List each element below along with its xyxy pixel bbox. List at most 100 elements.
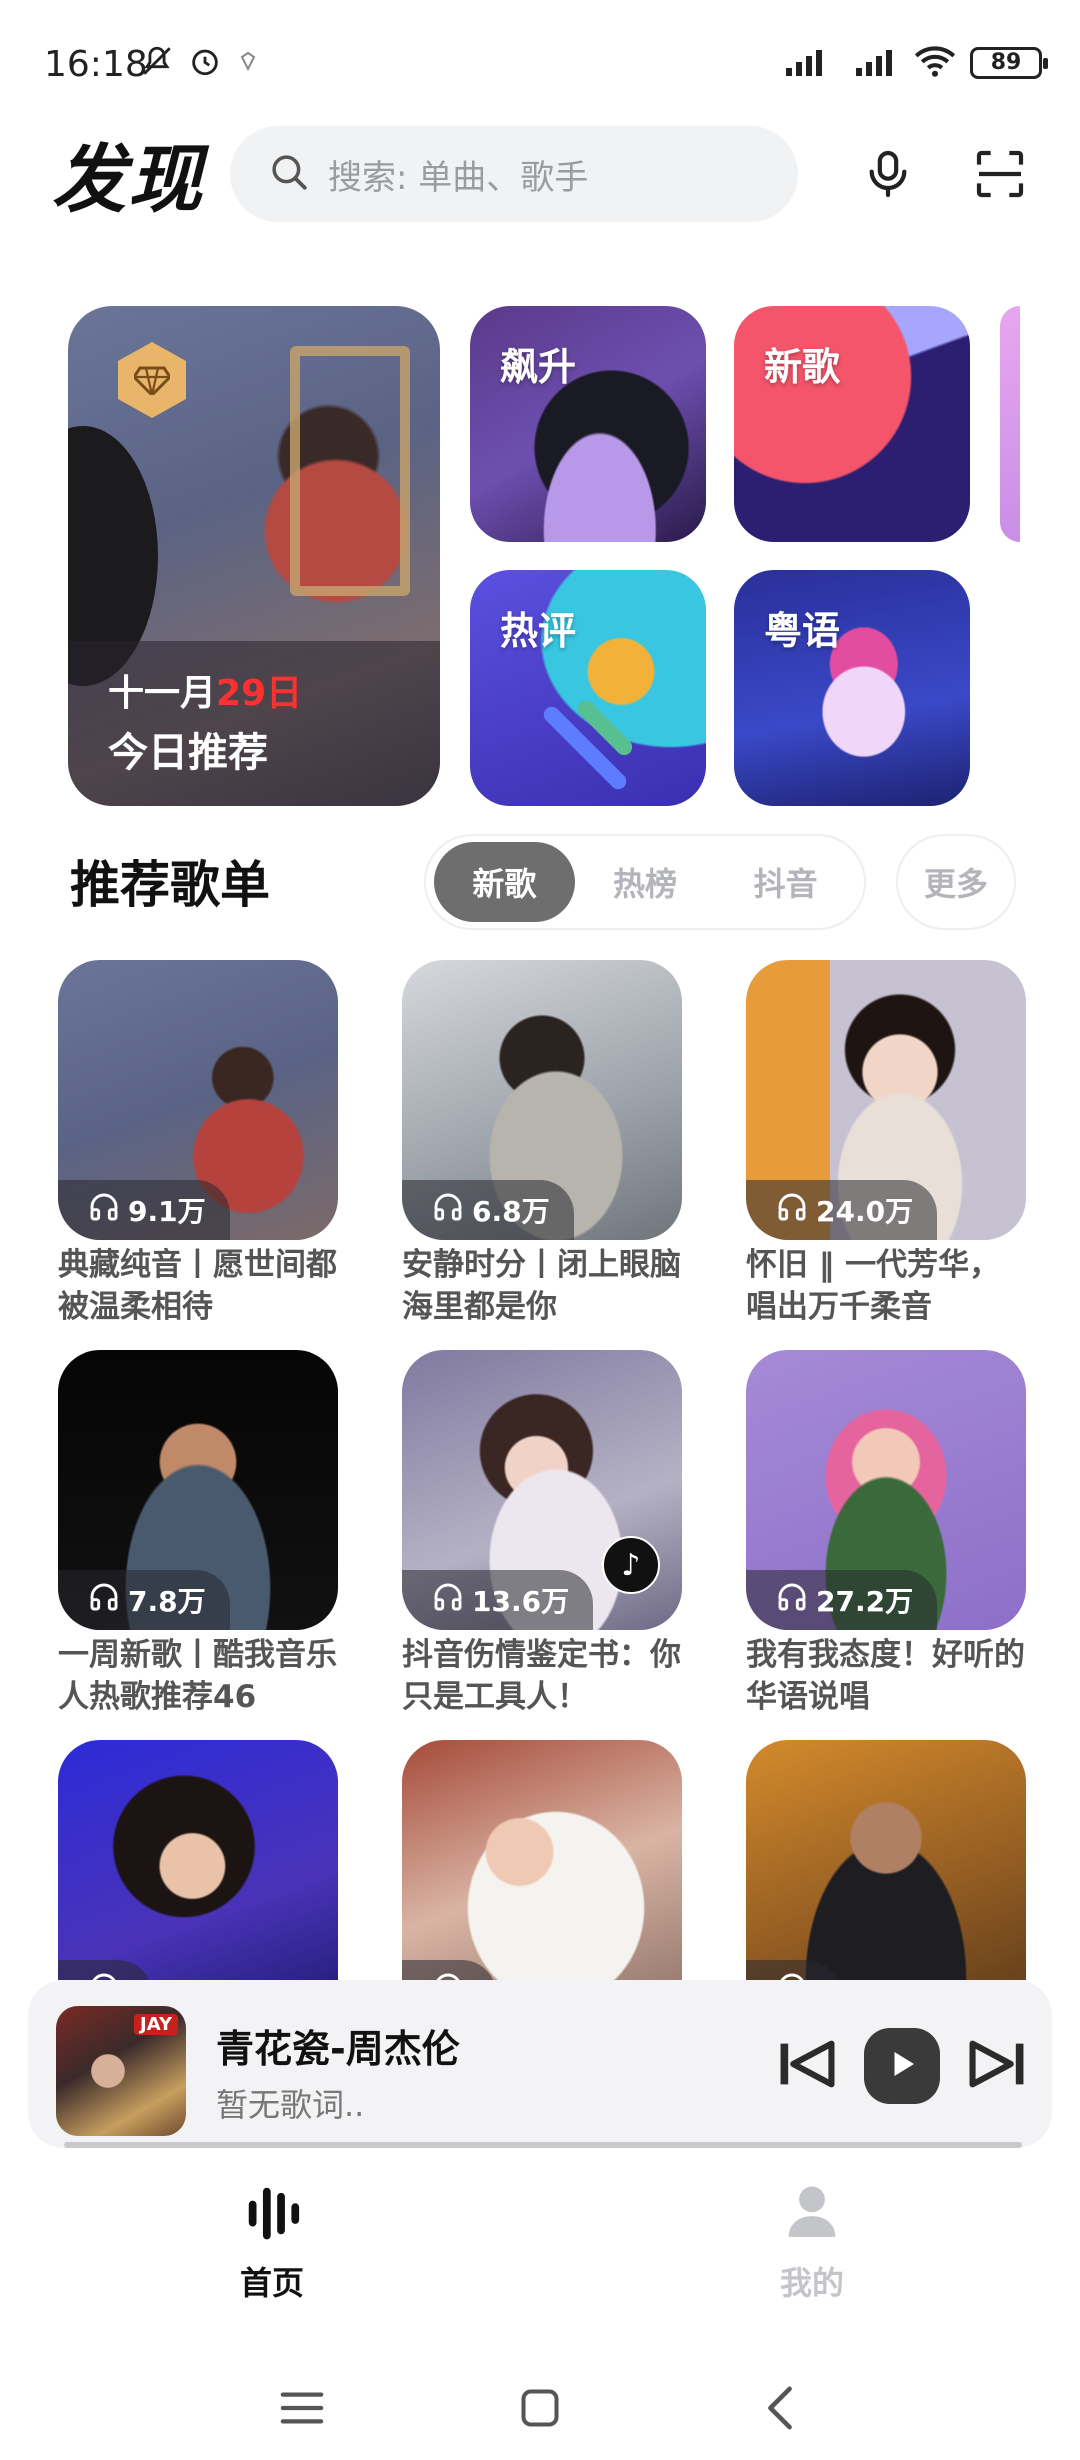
playlist-card[interactable]: 6.8万 安静时分丨闭上眼脑海里都是你	[402, 960, 682, 1328]
nav-mine[interactable]: 我的	[712, 2180, 912, 2304]
next-button[interactable]	[960, 2028, 1036, 2104]
album-cover[interactable]: JAY	[56, 2006, 186, 2136]
playlist-cover	[58, 1740, 338, 1980]
playback-progress-bar[interactable]	[64, 2142, 1022, 2148]
playlist-cover: 9.1万	[58, 960, 338, 1240]
headphones-icon	[88, 1971, 120, 1980]
play-count: 7.8万	[128, 1585, 206, 1618]
playlist-name: 典藏纯音丨愿世间都被温柔相待	[58, 1247, 337, 1325]
tile-hot-comments[interactable]: 热评	[470, 570, 706, 806]
nav-home-label: 首页	[239, 2264, 304, 2302]
hero-title: 今日推荐	[108, 730, 268, 776]
playlist-cover: 6.8万	[402, 960, 682, 1240]
playlist-card[interactable]: ♪ 13.6万 抖音伤情鉴定书：你只是工具人！	[402, 1350, 682, 1718]
hero-day: 29日	[216, 673, 303, 714]
tab-hot-chart[interactable]: 热榜	[575, 842, 716, 922]
playlist-card[interactable]: 7.8万 一周新歌丨酷我音乐人热歌推荐46	[58, 1350, 338, 1718]
playlist-tab-bar: 新歌 热榜 抖音	[424, 834, 866, 930]
battery-indicator: 89	[970, 47, 1048, 79]
play-count: 9.1万	[128, 1195, 206, 1228]
tile-cantonese[interactable]: 粤语	[734, 570, 970, 806]
home-bars-icon	[241, 2180, 303, 2246]
wifi-icon	[914, 44, 956, 82]
search-icon	[268, 151, 310, 197]
status-time: 16:18	[44, 44, 148, 85]
headphones-icon	[776, 1971, 808, 1980]
window-graphic	[290, 346, 410, 596]
search-input[interactable]: 搜索: 单曲、歌手	[230, 126, 798, 222]
more-button[interactable]: 更多	[896, 834, 1016, 930]
tile-label: 飙升	[500, 345, 577, 389]
scan-icon[interactable]	[964, 138, 1036, 210]
previous-button[interactable]	[768, 2028, 844, 2104]
playlist-cover: 27.2万	[746, 1350, 1026, 1630]
tile-surge-chart[interactable]: 飙升	[470, 306, 706, 542]
playlist-cover: 7.8万	[58, 1350, 338, 1630]
playlist-cover: 24.0万	[746, 960, 1026, 1240]
back-icon[interactable]	[740, 2368, 820, 2448]
tile-new-songs[interactable]: 新歌	[734, 306, 970, 542]
tile-label: 新歌	[764, 345, 841, 389]
now-playing-lyric: 暂无歌词..	[216, 2086, 365, 2124]
douyin-logo-icon: ♪	[602, 1536, 660, 1594]
tile-label: 热评	[500, 609, 577, 653]
hero-date: 十一月29日	[108, 664, 302, 716]
alarm-icon	[188, 44, 222, 82]
tile-label: 粤语	[764, 609, 841, 653]
playlist-card[interactable]: 27.2万 我有我态度！好听的华语说唱	[746, 1350, 1026, 1718]
bottom-nav: 首页 我的	[0, 2160, 1080, 2320]
mute-icon	[140, 44, 174, 82]
nav-mine-label: 我的	[779, 2264, 844, 2302]
playlist-cover	[402, 1740, 682, 1980]
playlist-cover: ♪ 13.6万	[402, 1350, 682, 1630]
playlist-card[interactable]: 24.0万 怀旧 ‖ 一代芳华，唱出万千柔音	[746, 960, 1026, 1328]
hero-month: 十一月	[108, 673, 217, 714]
tile-next-peek[interactable]	[1000, 306, 1020, 542]
headphones-icon	[88, 1581, 120, 1620]
skip-next-icon	[967, 2036, 1029, 2096]
signal-icon	[784, 44, 840, 82]
playlist-name: 抖音伤情鉴定书：你只是工具人！	[402, 1637, 681, 1715]
notification-icon	[236, 49, 260, 77]
playlist-name: 怀旧 ‖ 一代芳华，唱出万千柔音	[746, 1247, 1001, 1325]
play-button[interactable]	[864, 2028, 940, 2104]
mini-player[interactable]: JAY 青花瓷-周杰伦 暂无歌词..	[28, 1980, 1052, 2148]
playlist-grid: 9.1万 典藏纯音丨愿世间都被温柔相待 6.8万 安静时分丨闭上眼脑海里都是你 …	[0, 960, 1080, 1980]
signal-icon-2	[854, 44, 900, 82]
recent-apps-icon[interactable]	[262, 2368, 342, 2448]
headphones-icon	[776, 1581, 808, 1620]
tab-douyin[interactable]: 抖音	[715, 842, 856, 922]
playlist-name: 一周新歌丨酷我音乐人热歌推荐46	[58, 1637, 337, 1715]
play-count: 6.8万	[472, 1195, 550, 1228]
diamond-badge-icon	[118, 342, 186, 418]
skip-previous-icon	[775, 2036, 837, 2096]
home-square-icon[interactable]	[500, 2368, 580, 2448]
headphones-icon	[88, 1191, 120, 1230]
nav-home[interactable]: 首页	[172, 2180, 372, 2304]
section-title: 推荐歌单	[70, 856, 270, 914]
headphones-icon	[432, 1191, 464, 1230]
album-badge: JAY	[134, 2014, 178, 2035]
profile-icon	[781, 2180, 843, 2246]
status-bar: 16:18 89	[0, 0, 1080, 120]
playlist-card[interactable]	[746, 1740, 1026, 1980]
play-icon	[884, 2046, 920, 2086]
search-placeholder: 搜索: 单曲、歌手	[328, 157, 589, 198]
page-title: 发现	[52, 137, 204, 223]
play-count: 13.6万	[472, 1585, 570, 1618]
now-playing-title: 青花瓷-周杰伦	[216, 2027, 460, 2071]
microphone-icon[interactable]	[852, 138, 924, 210]
daily-recommend-card[interactable]: 十一月29日 今日推荐	[68, 306, 440, 806]
playlist-card[interactable]	[58, 1740, 338, 1980]
play-count: 27.2万	[816, 1585, 914, 1618]
playlist-name: 我有我态度！好听的华语说唱	[746, 1637, 1025, 1715]
system-navigation-bar	[0, 2350, 1080, 2460]
playlist-card[interactable]: 9.1万 典藏纯音丨愿世间都被温柔相待	[58, 960, 338, 1328]
tab-new-songs[interactable]: 新歌	[434, 842, 575, 922]
playlist-cover	[746, 1740, 1026, 1980]
headphones-icon	[432, 1971, 464, 1980]
playlist-card[interactable]	[402, 1740, 682, 1980]
playlist-name: 安静时分丨闭上眼脑海里都是你	[402, 1247, 681, 1325]
headphones-icon	[776, 1191, 808, 1230]
headphones-icon	[432, 1581, 464, 1620]
